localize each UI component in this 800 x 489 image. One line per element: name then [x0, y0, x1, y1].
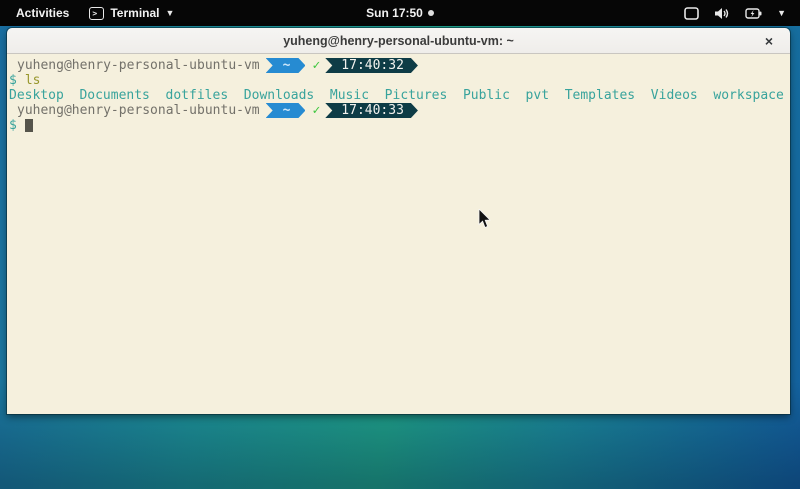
close-icon[interactable]: ×: [761, 33, 777, 49]
volume-icon: [714, 7, 730, 20]
prompt-username: yuheng@henry-personal-ubuntu-vm: [9, 103, 260, 118]
recording-indicator-icon: [428, 10, 434, 16]
battery-charging-icon: [745, 7, 762, 20]
terminal-icon: >: [89, 7, 104, 20]
chevron-down-icon: ▼: [777, 8, 786, 18]
app-menu-label: Terminal: [110, 6, 159, 20]
ls-output: Desktop Documents dotfiles Downloads Mus…: [9, 88, 788, 103]
prompt-username: yuheng@henry-personal-ubuntu-vm: [9, 58, 260, 73]
display-icon: [684, 7, 699, 20]
prompt-path-segment: ~: [266, 103, 306, 118]
clock-label: Sun 17:50: [366, 6, 423, 20]
activities-button[interactable]: Activities: [12, 4, 73, 22]
terminal-window: yuheng@henry-personal-ubuntu-vm: ~ × yuh…: [7, 28, 790, 414]
terminal-content[interactable]: yuheng@henry-personal-ubuntu-vm ~ ✓ 17:40:3…: [7, 54, 790, 414]
prompt-line-1: yuheng@henry-personal-ubuntu-vm ~ ✓ 17:40:3…: [9, 58, 788, 73]
chevron-down-icon: ▼: [165, 8, 174, 18]
prompt-line-2: yuheng@henry-personal-ubuntu-vm ~ ✓ 17:40:3…: [9, 103, 788, 118]
command-line: $ ls: [9, 73, 788, 88]
prompt-dollar: $: [9, 73, 17, 88]
top-bar: Activities > Terminal ▼ Sun 17:50 ▼: [0, 0, 800, 26]
prompt-path-segment: ~: [266, 58, 306, 73]
input-line: $: [9, 118, 788, 133]
prompt-dollar: $: [9, 118, 17, 133]
prompt-time-segment: 17:40:32: [325, 58, 418, 73]
prompt-time-segment: 17:40:33: [325, 103, 418, 118]
command-text: ls: [25, 73, 41, 88]
prompt-status-check: ✓: [312, 103, 320, 118]
window-titlebar[interactable]: yuheng@henry-personal-ubuntu-vm: ~ ×: [7, 28, 790, 54]
window-title: yuheng@henry-personal-ubuntu-vm: ~: [283, 34, 514, 48]
terminal-cursor: [25, 119, 33, 132]
system-status-area[interactable]: ▼: [684, 0, 800, 26]
prompt-status-check: ✓: [312, 58, 320, 73]
app-menu-terminal[interactable]: > Terminal ▼: [89, 6, 174, 20]
